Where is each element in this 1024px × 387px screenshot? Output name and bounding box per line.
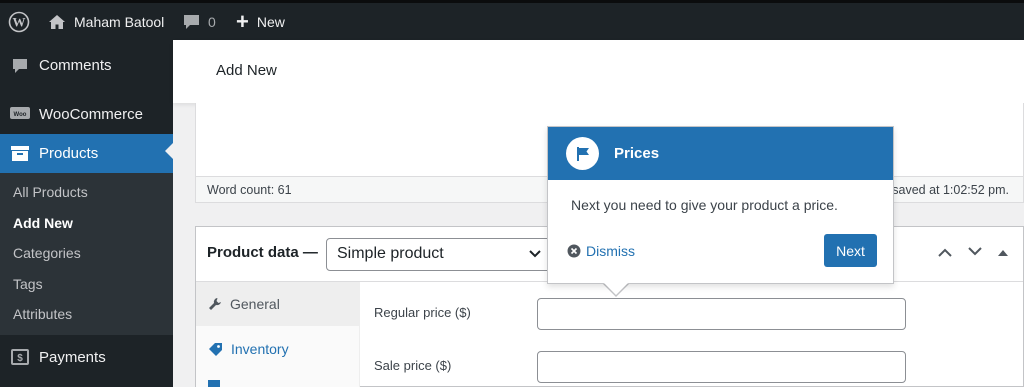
- menu-label: WooCommerce: [39, 105, 143, 123]
- new-content-link[interactable]: + New: [236, 3, 285, 40]
- archive-icon: [10, 144, 30, 164]
- autosave-status: saved at 1:02:52 pm.: [892, 183, 1009, 197]
- comments-link[interactable]: 0: [183, 3, 216, 40]
- tag-icon: [209, 342, 222, 356]
- pointer-header: Prices: [548, 127, 893, 180]
- product-data-tabs: General Inventory: [196, 282, 360, 387]
- shipping-icon: [208, 380, 220, 387]
- submenu-attributes[interactable]: Attributes: [13, 306, 72, 322]
- comments-count: 0: [208, 13, 216, 30]
- svg-text:$: $: [17, 353, 23, 364]
- dismiss-label: Dismiss: [586, 243, 635, 259]
- tab-label: General: [230, 296, 280, 312]
- guided-tour-pointer: Prices Next you need to give your produc…: [547, 126, 894, 284]
- menu-label: Products: [39, 145, 99, 162]
- tab-general[interactable]: General: [196, 282, 360, 326]
- next-label: Next: [836, 242, 865, 259]
- products-submenu: All Products Add New Categories Tags Att…: [0, 173, 173, 335]
- menu-item-payments[interactable]: $ Payments: [0, 340, 173, 374]
- menu-item-products[interactable]: Products: [0, 134, 173, 173]
- submenu-categories[interactable]: Categories: [13, 245, 81, 261]
- submenu-tags[interactable]: Tags: [13, 276, 43, 292]
- admin-sidebar: Comments Woo WooCommerce Products All Pr…: [0, 40, 173, 387]
- tab-inventory[interactable]: Inventory: [196, 327, 360, 371]
- word-count: Word count: 61: [207, 183, 292, 197]
- move-up-icon[interactable]: [937, 245, 953, 263]
- next-button[interactable]: Next: [824, 234, 877, 267]
- dismiss-icon: [567, 244, 581, 258]
- comment-icon: [184, 14, 199, 29]
- pointer-arrow-inner: [603, 282, 629, 295]
- site-name: Maham Batool: [74, 13, 165, 30]
- dollar-icon: $: [10, 347, 30, 367]
- dismiss-link[interactable]: Dismiss: [567, 243, 635, 259]
- woocommerce-icon: Woo: [10, 104, 30, 124]
- product-type-value: Simple product: [337, 245, 444, 262]
- panel-controls: [937, 245, 1009, 263]
- pointer-title: Prices: [614, 145, 660, 162]
- move-down-icon[interactable]: [967, 245, 983, 263]
- product-type-select[interactable]: Simple product: [326, 238, 551, 271]
- menu-label: Payments: [39, 348, 106, 366]
- home-icon: [49, 14, 65, 29]
- tab-label: Inventory: [231, 341, 289, 357]
- regular-price-input[interactable]: [537, 298, 906, 330]
- admin-bar: W Maham Batool 0 + New: [0, 0, 1024, 40]
- page-header: Add New: [173, 40, 1024, 103]
- flag-icon: [566, 137, 599, 170]
- site-name-link[interactable]: Maham Batool: [48, 3, 164, 40]
- sale-price-label: Sale price ($): [374, 358, 452, 373]
- menu-item-woocommerce[interactable]: Woo WooCommerce: [0, 97, 173, 131]
- svg-text:Woo: Woo: [14, 112, 27, 118]
- svg-text:W: W: [13, 14, 26, 29]
- menu-label: Comments: [39, 56, 112, 74]
- product-data-title: Product data —: [207, 244, 318, 261]
- submenu-add-new[interactable]: Add New: [13, 215, 73, 231]
- new-label: New: [256, 13, 285, 30]
- chevron-down-icon: [528, 246, 542, 265]
- wordpress-logo-icon[interactable]: W: [8, 3, 30, 40]
- collapse-toggle-icon[interactable]: [997, 245, 1009, 263]
- menu-item-comments[interactable]: Comments: [0, 48, 173, 82]
- comment-icon: [10, 55, 30, 75]
- wrench-icon: [209, 298, 221, 310]
- plus-icon: +: [236, 8, 249, 34]
- pointer-message: Next you need to give your product a pri…: [571, 197, 838, 213]
- submenu-all-products[interactable]: All Products: [13, 184, 88, 200]
- regular-price-label: Regular price ($): [374, 305, 471, 320]
- sale-price-input[interactable]: [537, 351, 906, 383]
- page-title: Add New: [216, 62, 277, 79]
